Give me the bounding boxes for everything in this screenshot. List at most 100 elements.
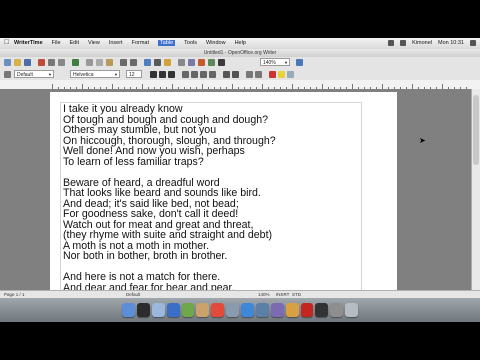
menu-status-area: Kimonel Mon 10:31 xyxy=(388,40,476,46)
spellcheck-icon[interactable] xyxy=(72,59,79,66)
chevron-down-icon: ▼ xyxy=(114,72,118,77)
menu-help[interactable]: Help xyxy=(235,40,246,46)
copy-icon[interactable] xyxy=(96,59,103,66)
menu-file[interactable]: File xyxy=(52,40,61,46)
redo-icon[interactable] xyxy=(130,59,137,66)
nonprinting-chars-icon[interactable] xyxy=(218,59,225,66)
dashboard-icon[interactable] xyxy=(136,303,150,317)
paragraph-style-value: Default xyxy=(17,72,33,78)
export-pdf-icon[interactable] xyxy=(38,59,45,66)
bold-icon[interactable] xyxy=(150,71,157,78)
font-name-value: Helvetica xyxy=(73,72,94,78)
menu-insert[interactable]: Insert xyxy=(109,40,123,46)
itunes-icon[interactable] xyxy=(241,303,254,317)
print-preview-icon[interactable] xyxy=(58,59,65,66)
gallery-icon[interactable] xyxy=(198,59,205,66)
stanza: Beware of heard, a dreadful word That lo… xyxy=(63,177,363,262)
page-indicator: Page 1 / 1 xyxy=(4,292,25,297)
font-size-select[interactable]: 12 xyxy=(126,70,142,78)
scrollbar-thumb[interactable] xyxy=(473,95,479,165)
text-line: (they rhyme with suite and straight and … xyxy=(63,229,273,241)
hyperlink-icon[interactable] xyxy=(144,59,151,66)
preferences-icon[interactable] xyxy=(330,303,344,317)
menu-tools[interactable]: Tools xyxy=(184,40,197,46)
addressbook-icon[interactable] xyxy=(196,303,210,317)
align-left-icon[interactable] xyxy=(182,71,189,78)
styles-icon[interactable] xyxy=(4,71,11,78)
navigator-icon[interactable] xyxy=(188,59,195,66)
clock[interactable]: Mon 10:31 xyxy=(438,40,464,46)
menu-edit[interactable]: Edit xyxy=(70,40,79,46)
garageband-icon[interactable] xyxy=(285,303,299,317)
menu-format[interactable]: Format xyxy=(132,40,149,46)
document-text[interactable]: I take it you already know Of tough and … xyxy=(63,104,363,304)
chevron-down-icon: ▼ xyxy=(284,60,288,65)
ical-icon[interactable] xyxy=(211,303,225,317)
spotlight-icon[interactable] xyxy=(470,40,476,46)
numbering-icon[interactable] xyxy=(223,71,230,78)
app-menu[interactable]: WriterTIme xyxy=(14,40,43,46)
window-title-bar: Untitled1 - OpenOffice.org Writer xyxy=(0,49,480,57)
menu-window[interactable]: Window xyxy=(206,40,226,46)
mail-icon[interactable] xyxy=(151,303,165,317)
find-icon[interactable] xyxy=(178,59,185,66)
wifi-icon[interactable] xyxy=(388,40,395,46)
preview-icon[interactable] xyxy=(226,303,239,317)
highlighting-icon[interactable] xyxy=(278,71,285,78)
volume-icon[interactable] xyxy=(400,40,407,46)
menu-view[interactable]: View xyxy=(88,40,100,46)
italic-icon[interactable] xyxy=(159,71,166,78)
text-line: Well done! And now you wish, perhaps xyxy=(63,145,245,157)
filezilla-icon[interactable] xyxy=(300,303,314,317)
zoom-indicator[interactable]: 140% xyxy=(258,292,270,297)
page-margin-left-guide xyxy=(60,102,61,296)
undo-icon[interactable] xyxy=(120,59,127,66)
align-right-icon[interactable] xyxy=(200,71,207,78)
align-center-icon[interactable] xyxy=(191,71,198,78)
text-line: To learn of less familiar traps? xyxy=(63,155,204,168)
selection-mode-indicator[interactable]: STD xyxy=(292,292,301,297)
zoom-value: 140% xyxy=(263,60,276,66)
font-color-icon[interactable] xyxy=(269,71,276,78)
underline-icon[interactable] xyxy=(168,71,175,78)
new-document-icon[interactable] xyxy=(4,59,11,66)
data-sources-icon[interactable] xyxy=(208,59,215,66)
paste-icon[interactable] xyxy=(106,59,113,66)
decrease-indent-icon[interactable] xyxy=(246,71,253,78)
user-name[interactable]: Kimonel xyxy=(412,40,432,46)
background-color-icon[interactable] xyxy=(287,71,294,78)
help-icon[interactable] xyxy=(296,59,303,66)
page-style-indicator: Default xyxy=(126,292,141,297)
terminal-icon[interactable] xyxy=(315,303,329,317)
text-line: Nor both in bother, broth in brother. xyxy=(63,250,228,262)
paragraph-style-select[interactable]: Default ▼ xyxy=(14,70,54,78)
bullets-icon[interactable] xyxy=(232,71,239,78)
finder-icon[interactable] xyxy=(122,303,135,317)
iphoto-icon[interactable] xyxy=(255,303,269,317)
font-name-select[interactable]: Helvetica ▼ xyxy=(70,70,120,78)
chevron-down-icon: ▼ xyxy=(48,72,52,77)
vertical-scrollbar[interactable] xyxy=(471,89,480,290)
menu-table[interactable]: Table xyxy=(158,40,176,46)
zoom-select[interactable]: 140% ▼ xyxy=(260,58,290,66)
text-line: For goodness sake, don't call it deed! xyxy=(63,208,239,220)
increase-indent-icon[interactable] xyxy=(255,71,262,78)
ichat-icon[interactable] xyxy=(181,303,195,317)
text-line: And here is not a match for there. xyxy=(63,271,221,283)
table-icon[interactable] xyxy=(154,59,161,66)
menu-list: WriterTIme File Edit View Insert Format … xyxy=(14,40,246,46)
justify-icon[interactable] xyxy=(209,71,216,78)
save-icon[interactable] xyxy=(24,59,31,66)
show-draw-icon[interactable] xyxy=(164,59,171,66)
insert-mode-indicator[interactable]: INSRT xyxy=(276,292,289,297)
cut-icon[interactable] xyxy=(86,59,93,66)
apple-icon[interactable]:  xyxy=(4,39,9,46)
print-icon[interactable] xyxy=(48,59,55,66)
safari-icon[interactable] xyxy=(166,303,180,317)
screen:  WriterTIme File Edit View Insert Forma… xyxy=(0,0,480,360)
trash-icon[interactable] xyxy=(345,303,358,317)
text-line: Others may stumble, but not you xyxy=(63,124,217,136)
dock-shelf xyxy=(122,300,358,320)
open-icon[interactable] xyxy=(14,59,21,66)
imovie-icon[interactable] xyxy=(270,303,284,317)
